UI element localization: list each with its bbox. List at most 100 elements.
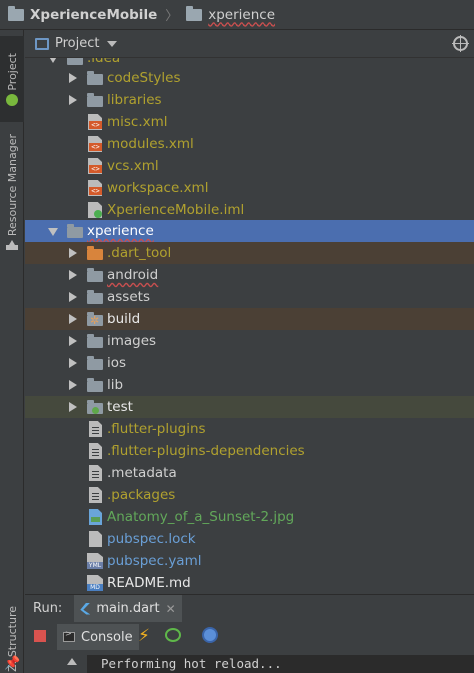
image-file-icon	[89, 509, 102, 525]
chevron-down-icon[interactable]	[48, 228, 58, 236]
tree-item-label: libraries	[107, 92, 162, 108]
tree-item-label: vcs.xml	[107, 158, 159, 174]
chevron-down-icon[interactable]	[107, 40, 118, 47]
chevron-right-icon[interactable]	[69, 95, 77, 105]
console-output-text: Performing hot reload...	[101, 656, 282, 671]
tree-row-anatomy-jpg[interactable]: Anatomy_of_a_Sunset-2.jpg	[25, 506, 474, 528]
tree-row-codestyles[interactable]: codeStyles	[25, 67, 474, 89]
tree-row-iml[interactable]: XperienceMobile.iml	[25, 199, 474, 221]
refresh-icon[interactable]	[165, 628, 181, 642]
chevron-right-icon[interactable]	[69, 402, 77, 412]
chevron-right-icon[interactable]	[69, 336, 77, 346]
folder-icon	[87, 290, 103, 304]
tree-item-label: assets	[107, 289, 150, 305]
chevron-right-icon[interactable]	[69, 270, 77, 280]
folder-icon	[87, 71, 103, 85]
chevron-right-icon[interactable]	[69, 314, 77, 324]
tree-item-label: codeStyles	[107, 70, 181, 86]
tree-item-label: lib	[107, 377, 124, 393]
excluded-folder-icon	[87, 246, 103, 260]
chevron-right-icon[interactable]	[69, 248, 77, 258]
text-file-icon	[89, 465, 102, 481]
folder-icon	[87, 268, 103, 282]
tree-item-label: images	[107, 333, 157, 349]
folder-icon	[67, 224, 83, 238]
chevron-right-icon[interactable]	[69, 380, 77, 390]
pin-icon[interactable]: 📌	[4, 656, 20, 671]
lightning-icon[interactable]: ⚡	[138, 626, 150, 646]
locate-target-icon[interactable]	[452, 35, 469, 52]
android-icon	[6, 94, 18, 106]
tree-row-metadata[interactable]: .metadata	[25, 462, 474, 484]
tree-item-label: .idea	[87, 58, 121, 66]
folder-icon	[87, 93, 103, 107]
stop-button[interactable]	[34, 630, 46, 642]
console-output: Performing hot reload...	[87, 655, 474, 673]
tree-row-flutter-plugins-dependencies[interactable]: .flutter-plugins-dependencies	[25, 440, 474, 462]
tree-row-build[interactable]: build	[25, 308, 474, 330]
tree-item-label: README.md	[107, 575, 191, 591]
left-tool-strip: 1: Project Resource Manager Z: Structure	[0, 30, 24, 673]
tree-item-label: .flutter-plugins	[107, 421, 206, 437]
console-output-area: Performing hot reload...	[25, 650, 474, 673]
chevron-down-icon[interactable]	[48, 58, 58, 63]
folder-icon	[67, 58, 83, 65]
tree-item-label: XperienceMobile.iml	[107, 202, 245, 218]
console-tab-label: Console	[81, 629, 133, 645]
tree-row-xperience[interactable]: xperience	[25, 220, 474, 242]
text-file-icon	[89, 443, 102, 459]
chevron-right-icon[interactable]	[69, 358, 77, 368]
tree-item-label: pubspec.yaml	[107, 553, 202, 569]
tree-row-dart-tool[interactable]: .dart_tool	[25, 242, 474, 264]
tree-row-ios[interactable]: ios	[25, 352, 474, 374]
tree-item-label: Anatomy_of_a_Sunset-2.jpg	[107, 509, 295, 525]
tab-project[interactable]: 1: Project	[0, 36, 24, 122]
tree-item-label: modules.xml	[107, 136, 194, 152]
tree-row-pubspec-lock[interactable]: pubspec.lock	[25, 528, 474, 550]
tree-row-readme[interactable]: README.md	[25, 572, 474, 593]
tree-row-misc-xml[interactable]: misc.xml	[25, 111, 474, 133]
tree-row-packages[interactable]: .packages	[25, 484, 474, 506]
breadcrumb-root[interactable]: XperienceMobile	[30, 7, 157, 23]
run-tab-label: main.dart	[96, 601, 160, 616]
tab-console[interactable]: Console	[57, 624, 139, 650]
chevron-right-icon[interactable]	[69, 292, 77, 302]
module-file-icon	[88, 202, 102, 218]
tab-resource-manager[interactable]: Resource Manager	[0, 130, 24, 240]
tree-row-pubspec-yaml[interactable]: pubspec.yaml	[25, 550, 474, 572]
tree-row-modules-xml[interactable]: modules.xml	[25, 133, 474, 155]
scroll-up-icon[interactable]	[67, 658, 77, 665]
tree-item-label: .packages	[107, 487, 176, 503]
tree-row-flutter-plugins[interactable]: .flutter-plugins	[25, 418, 474, 440]
tree-row-vcs-xml[interactable]: vcs.xml	[25, 155, 474, 177]
tab-resource-manager-label: Resource Manager	[5, 133, 19, 237]
run-tab-main-dart[interactable]: main.dart ✕	[74, 594, 182, 623]
tree-row-assets[interactable]: assets	[25, 286, 474, 308]
breadcrumb-child[interactable]: xperience	[208, 7, 275, 23]
breadcrumb-separator: 〉	[165, 9, 179, 24]
project-view-icon	[35, 37, 49, 50]
tree-row-lib[interactable]: lib	[25, 374, 474, 396]
tree-item-label: .dart_tool	[107, 245, 172, 261]
tree-row-libraries[interactable]: libraries	[25, 89, 474, 111]
tree-item-label: pubspec.lock	[107, 531, 196, 547]
tree-row-test[interactable]: test	[25, 396, 474, 418]
folder-icon	[87, 378, 103, 392]
chevron-right-icon[interactable]	[69, 73, 77, 83]
devtools-icon[interactable]	[202, 627, 218, 643]
close-icon[interactable]: ✕	[166, 602, 176, 616]
tree-item-label: android	[107, 267, 159, 283]
flutter-icon	[80, 602, 91, 615]
text-file-icon	[89, 487, 102, 503]
tree-row-android[interactable]: android	[25, 264, 474, 286]
tree-row-workspace-xml[interactable]: workspace.xml	[25, 177, 474, 199]
test-folder-icon	[87, 400, 103, 414]
tree-row-images[interactable]: images	[25, 330, 474, 352]
xml-file-icon	[88, 158, 102, 174]
tree-item-label: test	[107, 399, 133, 415]
folder-icon	[87, 334, 103, 348]
lock-file-icon	[89, 531, 102, 547]
tree-item-label: xperience	[87, 223, 154, 239]
project-view-selector[interactable]: Project	[55, 36, 99, 51]
folder-icon	[87, 356, 103, 370]
